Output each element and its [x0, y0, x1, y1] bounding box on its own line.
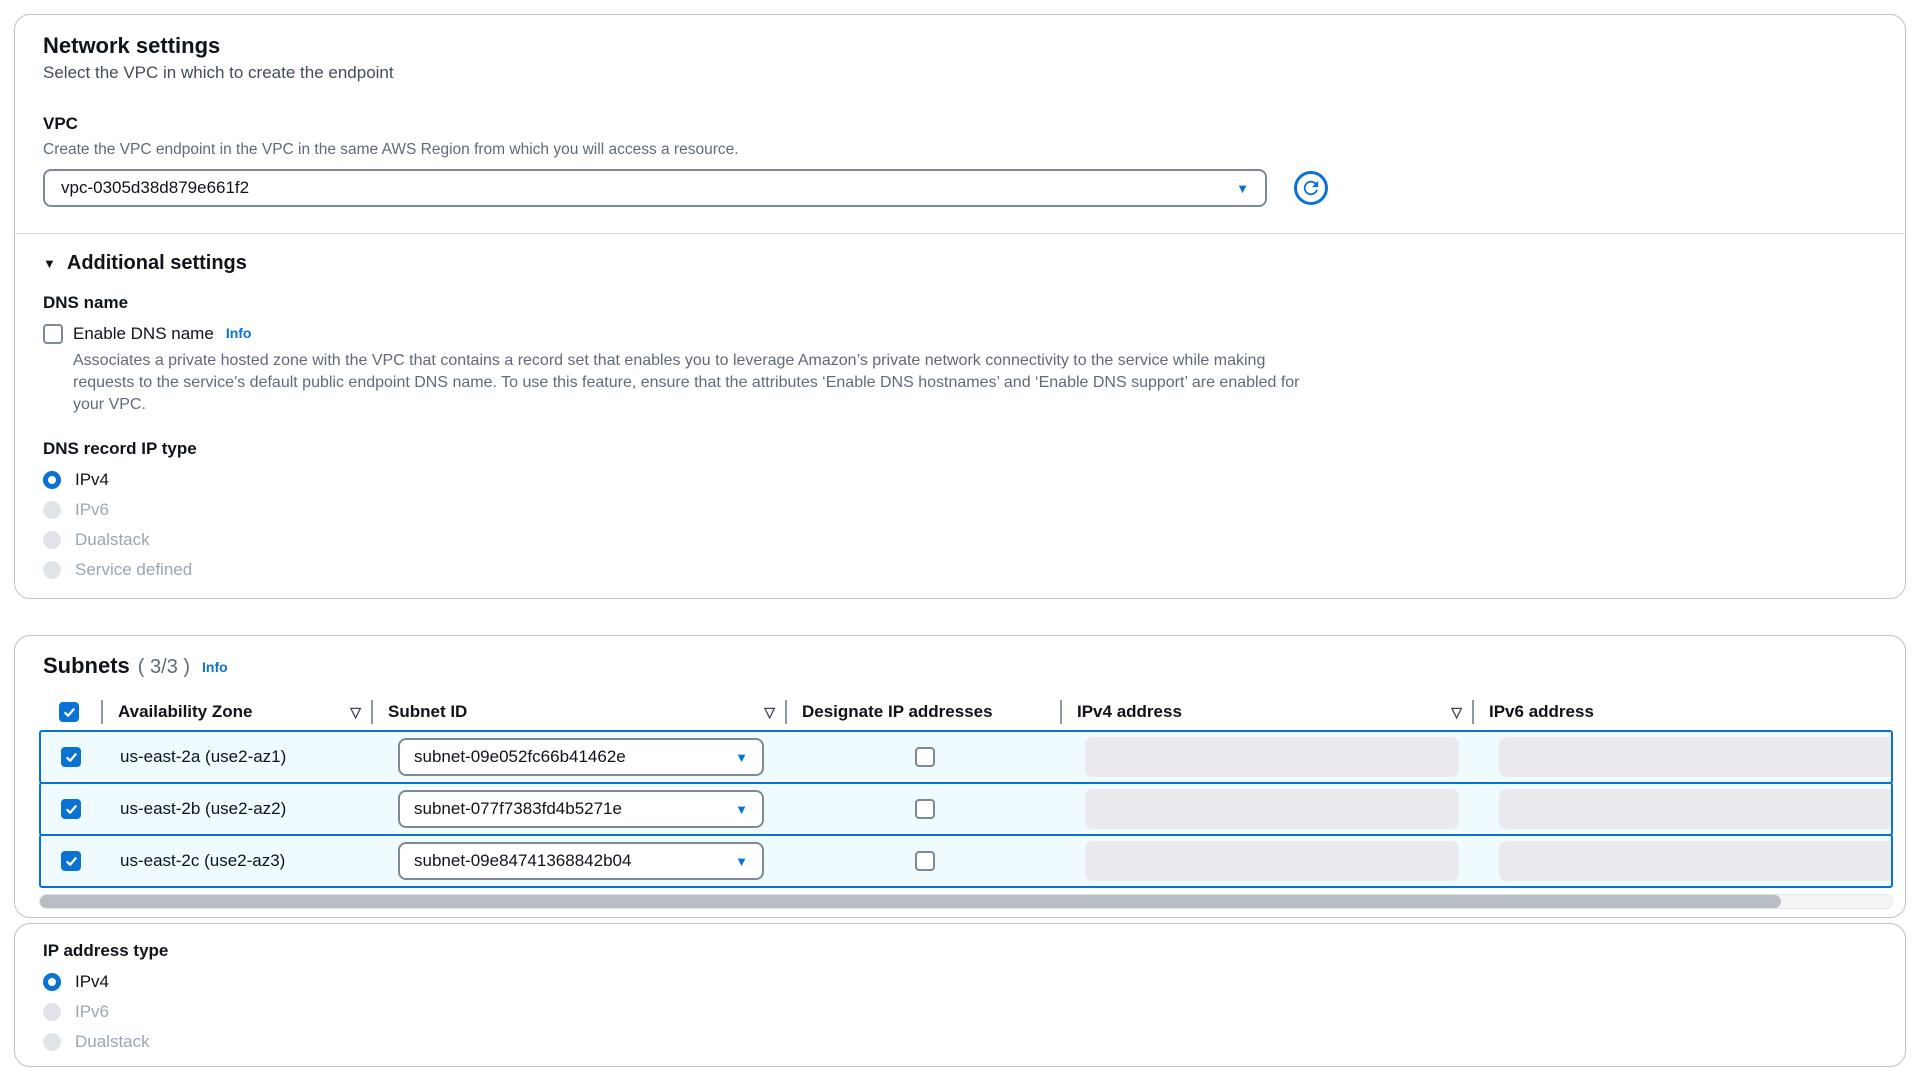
availability-zone-cell: us-east-2a (use2-az1) — [103, 732, 373, 782]
sort-icon[interactable]: ▽ — [764, 704, 775, 721]
enable-dns-name-checkbox-label: Enable DNS name — [73, 324, 214, 344]
designate-ip-checkbox[interactable] — [915, 851, 935, 871]
subnets-table-header: Availability Zone ▽ Subnet ID ▽ Designat… — [39, 694, 1893, 730]
section-divider — [15, 233, 1905, 234]
ipv4-address-input-disabled — [1085, 841, 1459, 881]
radio-option-service-defined: Service defined — [43, 558, 1877, 582]
table-row: us-east-2c (use2-az3) subnet-09e84741368… — [39, 834, 1893, 888]
column-label: Subnet ID — [388, 702, 467, 722]
header-subnet-id: Subnet ID ▽ — [371, 694, 785, 730]
ip-address-type-card: IP address type IPv4 IPv6 Dualstack — [14, 923, 1906, 1067]
refresh-button[interactable] — [1293, 170, 1329, 206]
radio-option-label: Service defined — [75, 560, 192, 580]
scrollbar-thumb[interactable] — [40, 895, 1781, 908]
ipv4-address-input-disabled — [1085, 789, 1459, 829]
page-subtitle: Select the VPC in which to create the en… — [43, 61, 1877, 85]
radio-option-ipv4[interactable]: IPv4 — [43, 970, 1877, 994]
ipv6-address-input-disabled — [1499, 789, 1891, 829]
column-label: Designate IP addresses — [802, 702, 993, 722]
header-ipv6-address: IPv6 address — [1472, 694, 1893, 730]
dns-name-label: DNS name — [43, 292, 1877, 314]
radio-disabled-icon — [43, 561, 61, 579]
table-row: us-east-2a (use2-az1) subnet-09e052fc66b… — [39, 730, 1893, 784]
row-checkbox[interactable] — [61, 851, 81, 871]
subnets-table-body: us-east-2a (use2-az1) subnet-09e052fc66b… — [39, 730, 1893, 888]
column-label: IPv4 address — [1077, 702, 1182, 722]
horizontal-scrollbar — [39, 894, 1893, 909]
sort-icon[interactable]: ▽ — [350, 704, 361, 721]
subnet-id-value: subnet-09e84741368842b04 — [414, 851, 631, 871]
radio-selected-icon — [43, 471, 61, 489]
header-designate-ip: Designate IP addresses — [785, 694, 1060, 730]
enable-dns-name-checkbox[interactable] — [43, 324, 63, 344]
network-settings-card: Network settings Select the VPC in which… — [14, 14, 1906, 599]
subnets-count: ( 3/3 ) — [138, 656, 190, 679]
radio-option-label: IPv6 — [75, 1002, 109, 1022]
radio-disabled-icon — [43, 1003, 61, 1021]
radio-option-ipv6: IPv6 — [43, 1000, 1877, 1024]
subnets-card: Subnets ( 3/3 ) Info Availability Zone ▽… — [14, 635, 1906, 918]
subnets-title-row: Subnets ( 3/3 ) Info — [43, 652, 1893, 680]
ipv4-address-input-disabled — [1085, 737, 1459, 777]
row-checkbox[interactable] — [61, 747, 81, 767]
chevron-down-icon: ▼ — [735, 803, 748, 816]
radio-option-label: Dualstack — [75, 1032, 150, 1052]
radio-selected-icon — [43, 973, 61, 991]
caret-down-icon: ▼ — [43, 256, 56, 271]
vpc-select[interactable]: vpc-0305d38d879e661f2 ▼ — [43, 169, 1267, 207]
radio-option-label: IPv4 — [75, 470, 109, 490]
ip-address-type-group: IPv4 IPv6 Dualstack — [43, 970, 1877, 1054]
subnet-id-select[interactable]: subnet-09e84741368842b04 ▼ — [398, 842, 764, 880]
additional-settings-toggle[interactable]: ▼ Additional settings — [43, 250, 1877, 276]
vpc-description: Create the VPC endpoint in the VPC in th… — [43, 139, 1877, 161]
availability-zone-cell: us-east-2c (use2-az3) — [103, 836, 373, 886]
additional-settings-title: Additional settings — [67, 250, 247, 276]
enable-dns-name-row: Enable DNS name Info — [43, 322, 1877, 346]
subnet-id-select[interactable]: subnet-077f7383fd4b5271e ▼ — [398, 790, 764, 828]
sort-icon[interactable]: ▽ — [1451, 704, 1462, 721]
table-row: us-east-2b (use2-az2) subnet-077f7383fd4… — [39, 782, 1893, 836]
header-select-cell — [39, 694, 101, 730]
radio-disabled-icon — [43, 501, 61, 519]
column-label: Availability Zone — [118, 702, 252, 722]
subnets-title: Subnets — [43, 652, 130, 680]
dns-record-ip-type-group: IPv4 IPv6 Dualstack Service defined — [43, 468, 1877, 582]
availability-zone-cell: us-east-2b (use2-az2) — [103, 784, 373, 834]
dns-record-ip-type-label: DNS record IP type — [43, 438, 1877, 460]
subnet-id-value: subnet-09e052fc66b41462e — [414, 747, 626, 767]
radio-option-ipv4[interactable]: IPv4 — [43, 468, 1877, 492]
radio-option-label: Dualstack — [75, 530, 150, 550]
vpc-label: VPC — [43, 113, 1877, 135]
header-ipv4-address: IPv4 address ▽ — [1060, 694, 1472, 730]
subnet-id-select[interactable]: subnet-09e052fc66b41462e ▼ — [398, 738, 764, 776]
row-checkbox[interactable] — [61, 799, 81, 819]
designate-ip-checkbox[interactable] — [915, 799, 935, 819]
radio-option-dualstack: Dualstack — [43, 1030, 1877, 1054]
column-label: IPv6 address — [1489, 702, 1594, 722]
refresh-icon — [1293, 194, 1329, 209]
ipv6-address-input-disabled — [1499, 737, 1891, 777]
header-availability-zone: Availability Zone ▽ — [101, 694, 371, 730]
radio-disabled-icon — [43, 531, 61, 549]
dns-name-description: Associates a private hosted zone with th… — [73, 350, 1321, 416]
chevron-down-icon: ▼ — [735, 751, 748, 764]
radio-disabled-icon — [43, 1033, 61, 1051]
radio-option-dualstack: Dualstack — [43, 528, 1877, 552]
subnets-info-link[interactable]: Info — [202, 659, 228, 675]
vpc-select-row: vpc-0305d38d879e661f2 ▼ — [43, 161, 1877, 207]
radio-option-ipv6: IPv6 — [43, 498, 1877, 522]
radio-option-label: IPv6 — [75, 500, 109, 520]
dns-name-info-link[interactable]: Info — [226, 325, 252, 341]
chevron-down-icon: ▼ — [735, 855, 748, 868]
vpc-select-value: vpc-0305d38d879e661f2 — [61, 178, 249, 198]
page-title: Network settings — [43, 33, 1877, 59]
designate-ip-checkbox[interactable] — [915, 747, 935, 767]
select-all-checkbox[interactable] — [59, 702, 79, 722]
subnet-id-value: subnet-077f7383fd4b5271e — [414, 799, 622, 819]
radio-option-label: IPv4 — [75, 972, 109, 992]
chevron-down-icon: ▼ — [1236, 182, 1249, 195]
ipv6-address-input-disabled — [1499, 841, 1891, 881]
ip-address-type-label: IP address type — [43, 940, 1877, 962]
